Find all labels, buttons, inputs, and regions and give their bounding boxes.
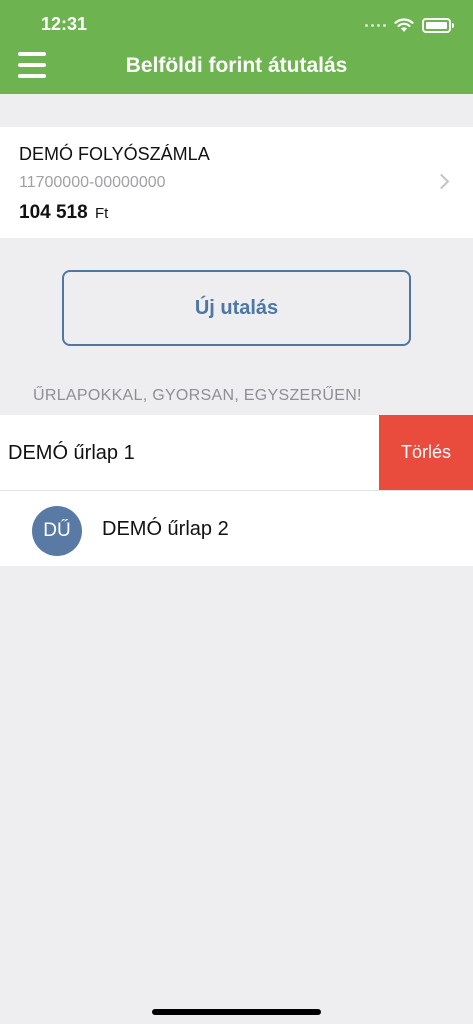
- template-row[interactable]: DEMÓ űrlap 1 Törlés: [0, 415, 473, 490]
- app-header: 12:31 Belföldi forint átutalás: [0, 0, 473, 94]
- status-icons: [365, 14, 454, 36]
- home-indicator[interactable]: [152, 1009, 321, 1015]
- template-label: DEMÓ űrlap 2: [102, 518, 229, 540]
- battery-icon: [422, 17, 454, 33]
- account-card[interactable]: DEMÓ FOLYÓSZÁMLA 11700000-00000000 104 5…: [0, 127, 473, 238]
- chevron-right-icon: [433, 173, 450, 190]
- new-transfer-button[interactable]: Új utalás: [62, 270, 411, 346]
- account-number: 11700000-00000000: [19, 174, 166, 191]
- balance-currency: Ft: [94, 205, 109, 222]
- templates-section-title: ŰRLAPOKKAL, GYORSAN, EGYSZERŰEN!: [33, 387, 362, 404]
- template-label: DEMÓ űrlap 1: [8, 442, 135, 464]
- template-avatar: DŰ: [32, 506, 82, 556]
- account-name: DEMÓ FOLYÓSZÁMLA: [19, 144, 210, 164]
- account-balance: 104 518 Ft: [19, 202, 108, 224]
- balance-amount: 104 518: [19, 202, 88, 223]
- wifi-icon: [394, 17, 414, 32]
- delete-button[interactable]: Törlés: [379, 415, 473, 490]
- template-row[interactable]: DŰ DEMÓ űrlap 2: [0, 491, 473, 566]
- page-title: Belföldi forint átutalás: [125, 54, 348, 77]
- status-time: 12:31: [41, 14, 88, 34]
- cellular-signal-icon: [365, 23, 386, 27]
